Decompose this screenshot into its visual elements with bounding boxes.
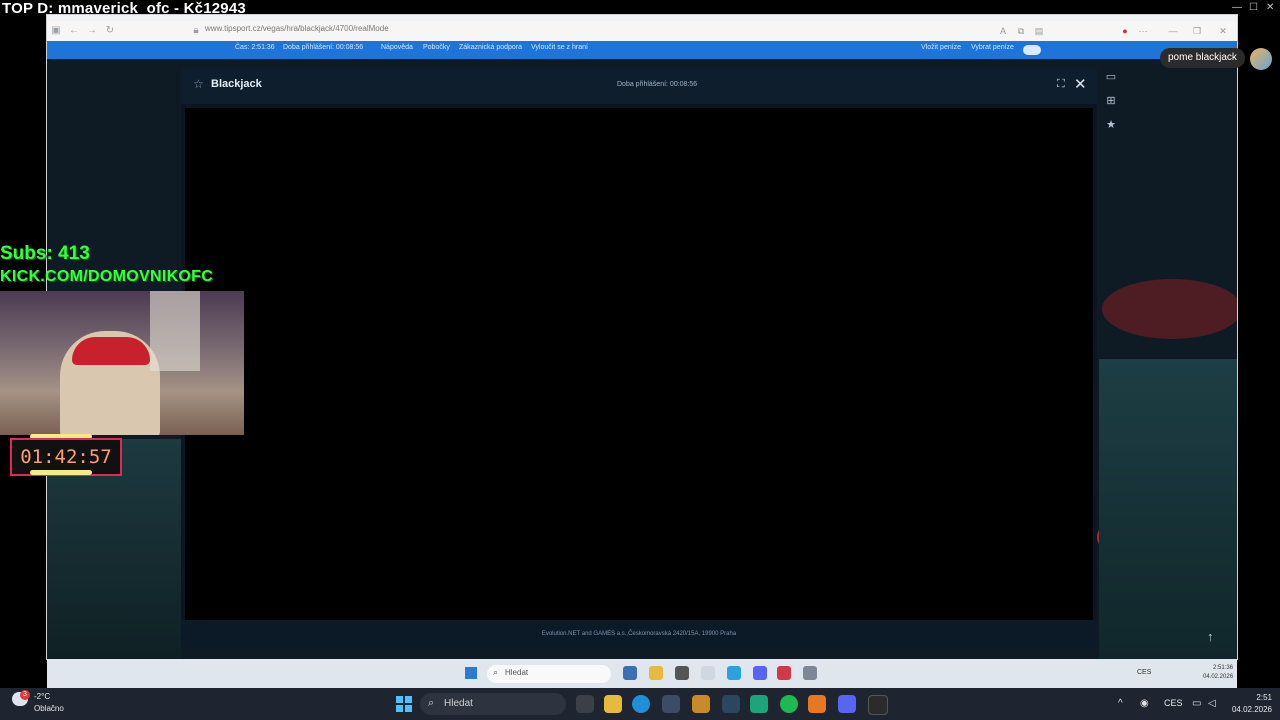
game-area[interactable] [185, 108, 1093, 620]
background-chip [1102, 279, 1237, 339]
edge-icon[interactable] [632, 695, 650, 713]
modal-title: Blackjack [211, 78, 262, 90]
footer-text: Evolution.NET and GAMES a.s.,Českomoravs… [541, 631, 737, 637]
nav-link-support[interactable]: Zákaznická podpora [459, 44, 522, 51]
site-clock: Čas: 2:51:36 [235, 44, 275, 51]
menu-icon[interactable]: ⋯ [1137, 25, 1149, 37]
maximize-icon[interactable]: ☐ [1249, 2, 1258, 13]
nav-link-branches[interactable]: Pobočky [423, 44, 450, 51]
webcam-feed [0, 291, 244, 435]
inner-telegram-icon[interactable] [727, 666, 741, 680]
inner-app-icon[interactable] [675, 666, 689, 680]
red-cap [72, 337, 150, 365]
translate-icon[interactable]: A [997, 25, 1009, 37]
shelf [150, 291, 200, 371]
inner-taskbar: ⌕ Hledat CES 2:51:36 04.02.2026 [47, 659, 1237, 689]
theme-toggle[interactable] [1023, 45, 1041, 55]
steam-icon[interactable] [722, 695, 740, 713]
inner-app-icon[interactable] [701, 666, 715, 680]
taskbar-search-text: Hledat [444, 698, 473, 709]
blackjack-modal: ☆ Blackjack Doba přihlášení: 00:08:56 ⛶ … [181, 68, 1097, 648]
weather-temperature[interactable]: -2°C [34, 692, 50, 701]
modal-header: ☆ Blackjack Doba přihlášení: 00:08:56 ⛶ … [181, 68, 1097, 104]
app-icon[interactable] [750, 695, 768, 713]
window-minimize-icon[interactable]: — [1167, 25, 1179, 37]
lock-icon: 🔒︎ [193, 25, 199, 36]
avatar [1250, 48, 1272, 70]
file-explorer-icon[interactable] [604, 695, 622, 713]
inner-settings-icon[interactable] [803, 666, 817, 680]
language-indicator[interactable]: CES [1164, 698, 1183, 708]
scroll-to-top-icon[interactable]: ↑ [1207, 629, 1214, 644]
minimize-icon[interactable]: — [1232, 2, 1242, 13]
chat-icon[interactable]: ▭ [1103, 69, 1119, 85]
inner-search-text: Hledat [505, 668, 529, 677]
taskbar-search-box[interactable]: ⌕ Hledat [420, 693, 566, 715]
reload-icon[interactable]: ↻ [103, 24, 117, 38]
deposit-link[interactable]: Vložit peníze [921, 44, 961, 51]
modal-close-icon[interactable]: ✕ [1074, 75, 1087, 93]
task-view-icon[interactable] [576, 695, 594, 713]
favorite-star-icon[interactable]: ☆ [193, 77, 204, 91]
modal-footer: Evolution.NET and GAMES a.s.,Českomoravs… [181, 620, 1097, 648]
url-field[interactable]: www.tipsport.cz/vegas/hra/blackjack/4700… [205, 24, 389, 33]
microphone-icon[interactable]: ◉ [1140, 698, 1149, 709]
inner-widgets-icon[interactable] [623, 666, 637, 680]
clock-time[interactable]: 2:51 [1228, 693, 1272, 702]
store-icon[interactable] [662, 695, 680, 713]
spotify-icon[interactable] [780, 695, 798, 713]
inner-date: 04.02.2026 [1203, 674, 1234, 680]
background-felt-right [1099, 359, 1237, 659]
site-navigation-bar: Čas: 2:51:36 Doba přihlášení: 00:08:56 N… [47, 41, 1237, 59]
discord-icon[interactable] [838, 695, 856, 713]
sidebar-icon[interactable]: ▤ [1033, 25, 1045, 37]
inner-search-box[interactable]: ⌕ Hledat [487, 665, 611, 683]
app-icon[interactable] [692, 695, 710, 713]
clock-date[interactable]: 04.02.2026 [1212, 705, 1272, 714]
inner-steam-icon[interactable] [777, 666, 791, 680]
search-icon: ⌕ [428, 697, 435, 709]
withdraw-link[interactable]: Vybrat peníze [971, 44, 1014, 51]
timer-decoration [30, 470, 92, 475]
app-icon[interactable] [808, 695, 826, 713]
tab-list-icon[interactable]: ▣ [49, 24, 63, 38]
profile-icon[interactable]: ● [1119, 25, 1131, 37]
session-time: Doba přihlášení: 00:08:56 [617, 81, 698, 88]
epic-games-icon[interactable] [868, 695, 888, 715]
tray-chevron-icon[interactable]: ^ [1118, 698, 1123, 709]
gift-icon[interactable]: ⊞ [1103, 93, 1119, 109]
inner-discord-icon[interactable] [753, 666, 767, 680]
network-icon[interactable]: ▭ [1192, 698, 1201, 709]
inner-search-icon: ⌕ [493, 667, 499, 677]
inner-start-icon[interactable] [465, 667, 477, 679]
extensions-icon[interactable]: ⧉ [1015, 25, 1027, 37]
star-icon[interactable]: ★ [1103, 117, 1119, 133]
back-icon[interactable]: ← [67, 24, 81, 38]
inner-time: 2:51:36 [1213, 665, 1234, 671]
subs-counter: Subs: 413 [0, 243, 90, 264]
forward-icon[interactable]: → [85, 24, 99, 38]
channel-url: KICK.COM/DOMOVNIKOFC [0, 268, 214, 285]
chat-tooltip: pome blackjack [1160, 48, 1245, 68]
inner-language[interactable]: CES [1137, 669, 1151, 676]
window-close-icon[interactable]: ✕ [1217, 25, 1229, 37]
nav-link-self-exclusion[interactable]: Vyloučit se z hraní [531, 44, 588, 51]
window-restore-icon[interactable]: ❐ [1191, 25, 1203, 37]
windows-start-icon[interactable] [396, 696, 412, 712]
site-login-time: Doba přihlášení: 00:08:56 [283, 44, 364, 51]
inner-clock: 2:51:36 04.02.2026 [1203, 664, 1233, 682]
weather-description[interactable]: Oblačno [34, 704, 64, 713]
close-icon[interactable]: ✕ [1266, 2, 1274, 13]
inner-folder-icon[interactable] [649, 666, 663, 680]
address-bar: ▣ ← → ↻ 🔒︎ www.tipsport.cz/vegas/hra/bla… [47, 21, 1237, 42]
nav-link-help[interactable]: Nápověda [381, 44, 413, 51]
weather-badge: 3 [20, 690, 30, 700]
fullscreen-icon[interactable]: ⛶ [1057, 78, 1065, 91]
timer-value: 01:42:57 [20, 446, 112, 468]
